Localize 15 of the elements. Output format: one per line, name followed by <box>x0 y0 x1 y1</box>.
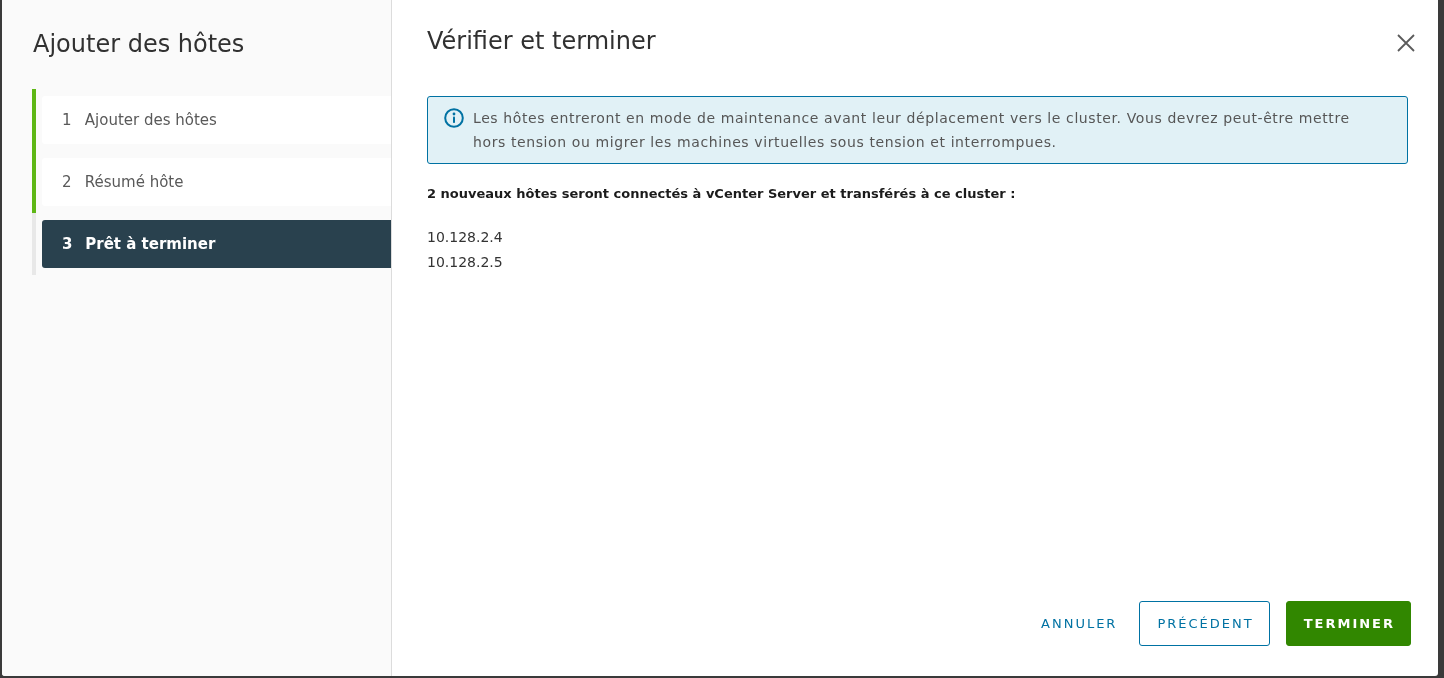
wizard-title: Ajouter des hôtes <box>33 29 246 60</box>
cancel-button[interactable]: ANNULER <box>1023 601 1134 646</box>
finish-button[interactable]: TERMINER <box>1285 601 1411 646</box>
page-title: Vérifier et terminer <box>427 26 656 57</box>
back-button[interactable]: PRÉCÉDENT <box>1139 601 1270 646</box>
host-address: 10.128.2.4 <box>427 228 504 247</box>
close-icon <box>1397 34 1415 52</box>
summary-text: 2 nouveaux hôtes seront connectés à vCenter Server et transférés à ce cluster : <box>427 185 1017 203</box>
close-button[interactable] <box>1395 32 1417 54</box>
info-icon <box>444 108 464 128</box>
wizard-step[interactable]: 2 Résumé hôte <box>42 158 391 206</box>
alert-message: Les hôtes entreront en mode de maintenance avant leur déplacement vers le cluster. Vous devrez peut-être mettre hors tension ou migrer les machines virtuelles sous tension et interrompues. <box>473 109 1351 152</box>
host-address: 10.128.2.5 <box>427 253 504 272</box>
wizard-step[interactable]: 1 Ajouter des hôtes <box>42 96 391 144</box>
wizard-step[interactable]: 3 Prêt à terminer <box>42 220 391 268</box>
